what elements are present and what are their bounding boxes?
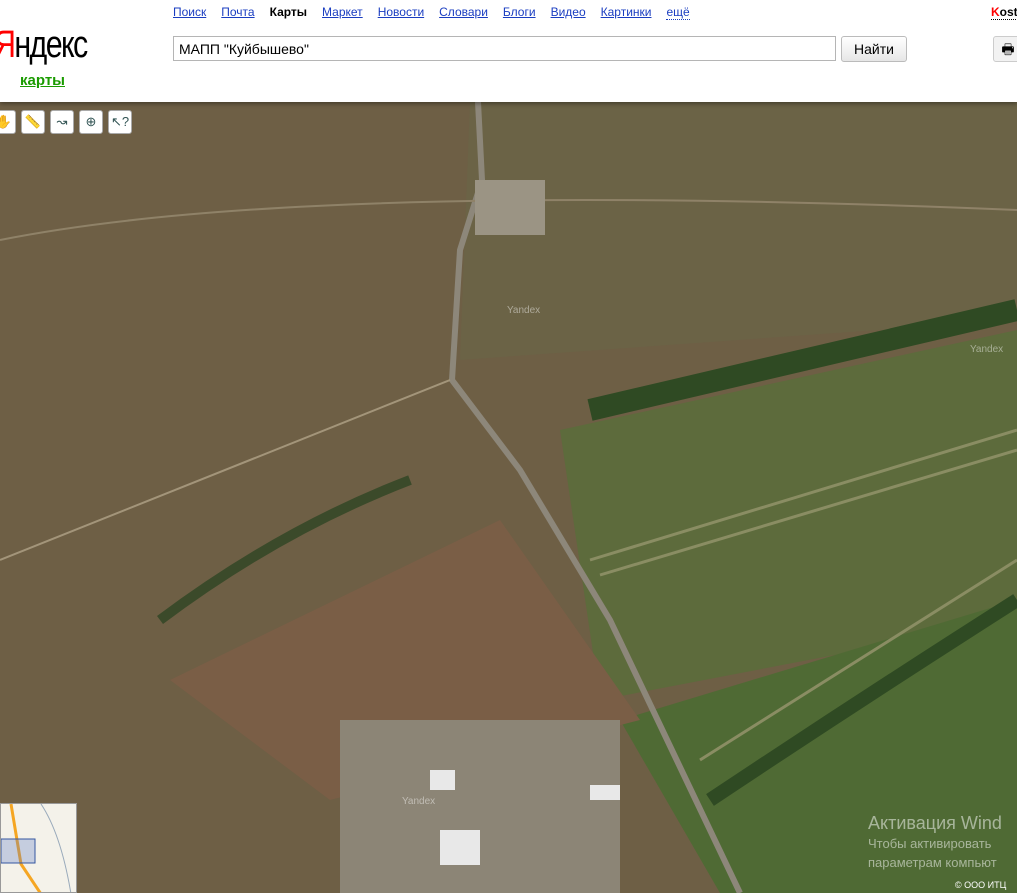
nav-market[interactable]: Маркет [322, 5, 363, 20]
ruler-icon[interactable]: 📏 [21, 110, 45, 134]
map-watermark: Yandex [507, 305, 541, 316]
search-input[interactable] [173, 36, 836, 61]
services-nav: Поиск Почта Карты Маркет Новости Словари… [173, 5, 690, 20]
printer-icon: 🖶 [1001, 41, 1015, 57]
satellite-imagery [0, 102, 1017, 893]
yandex-logo[interactable]: Яндекс [0, 24, 88, 67]
nav-mail[interactable]: Почта [221, 5, 254, 20]
route-icon[interactable]: ↝ [50, 110, 74, 134]
header: Яндекс карты Поиск Почта Карты Маркет Но… [0, 0, 1017, 102]
add-object-icon[interactable]: ⊕ [79, 110, 103, 134]
search-button[interactable]: Найти [841, 36, 907, 62]
minimap-drawing [1, 804, 72, 892]
hand-tool-button[interactable]: ✋ [0, 110, 16, 134]
nav-more[interactable]: ещё [666, 5, 690, 20]
copyright: © ООО ИТЦ [955, 880, 1007, 890]
nav-maps: Карты [269, 5, 308, 19]
nav-search[interactable]: Поиск [173, 5, 206, 20]
map-toolbar: ✋ 📏 ↝ ⊕ ↖? [0, 110, 132, 134]
nav-news[interactable]: Новости [378, 5, 424, 20]
nav-blogs[interactable]: Блоги [503, 5, 536, 20]
map-watermark: Yandex [402, 796, 436, 807]
windows-activation-overlay: Активация Wind Чтобы активировать параме… [868, 813, 1002, 870]
help-cursor-icon[interactable]: ↖? [108, 110, 132, 134]
map-watermark: Yandex [970, 344, 1004, 355]
satellite-map[interactable]: Yandex Yandex Yandex [0, 102, 1017, 893]
nav-dictionaries[interactable]: Словари [439, 5, 488, 20]
print-button[interactable]: 🖶 [993, 36, 1017, 62]
nav-images[interactable]: Картинки [601, 5, 652, 20]
maps-service-link[interactable]: карты [20, 72, 65, 89]
nav-video[interactable]: Видео [551, 5, 586, 20]
user-link[interactable]: Kost [991, 5, 1017, 20]
minimap[interactable] [0, 803, 77, 893]
